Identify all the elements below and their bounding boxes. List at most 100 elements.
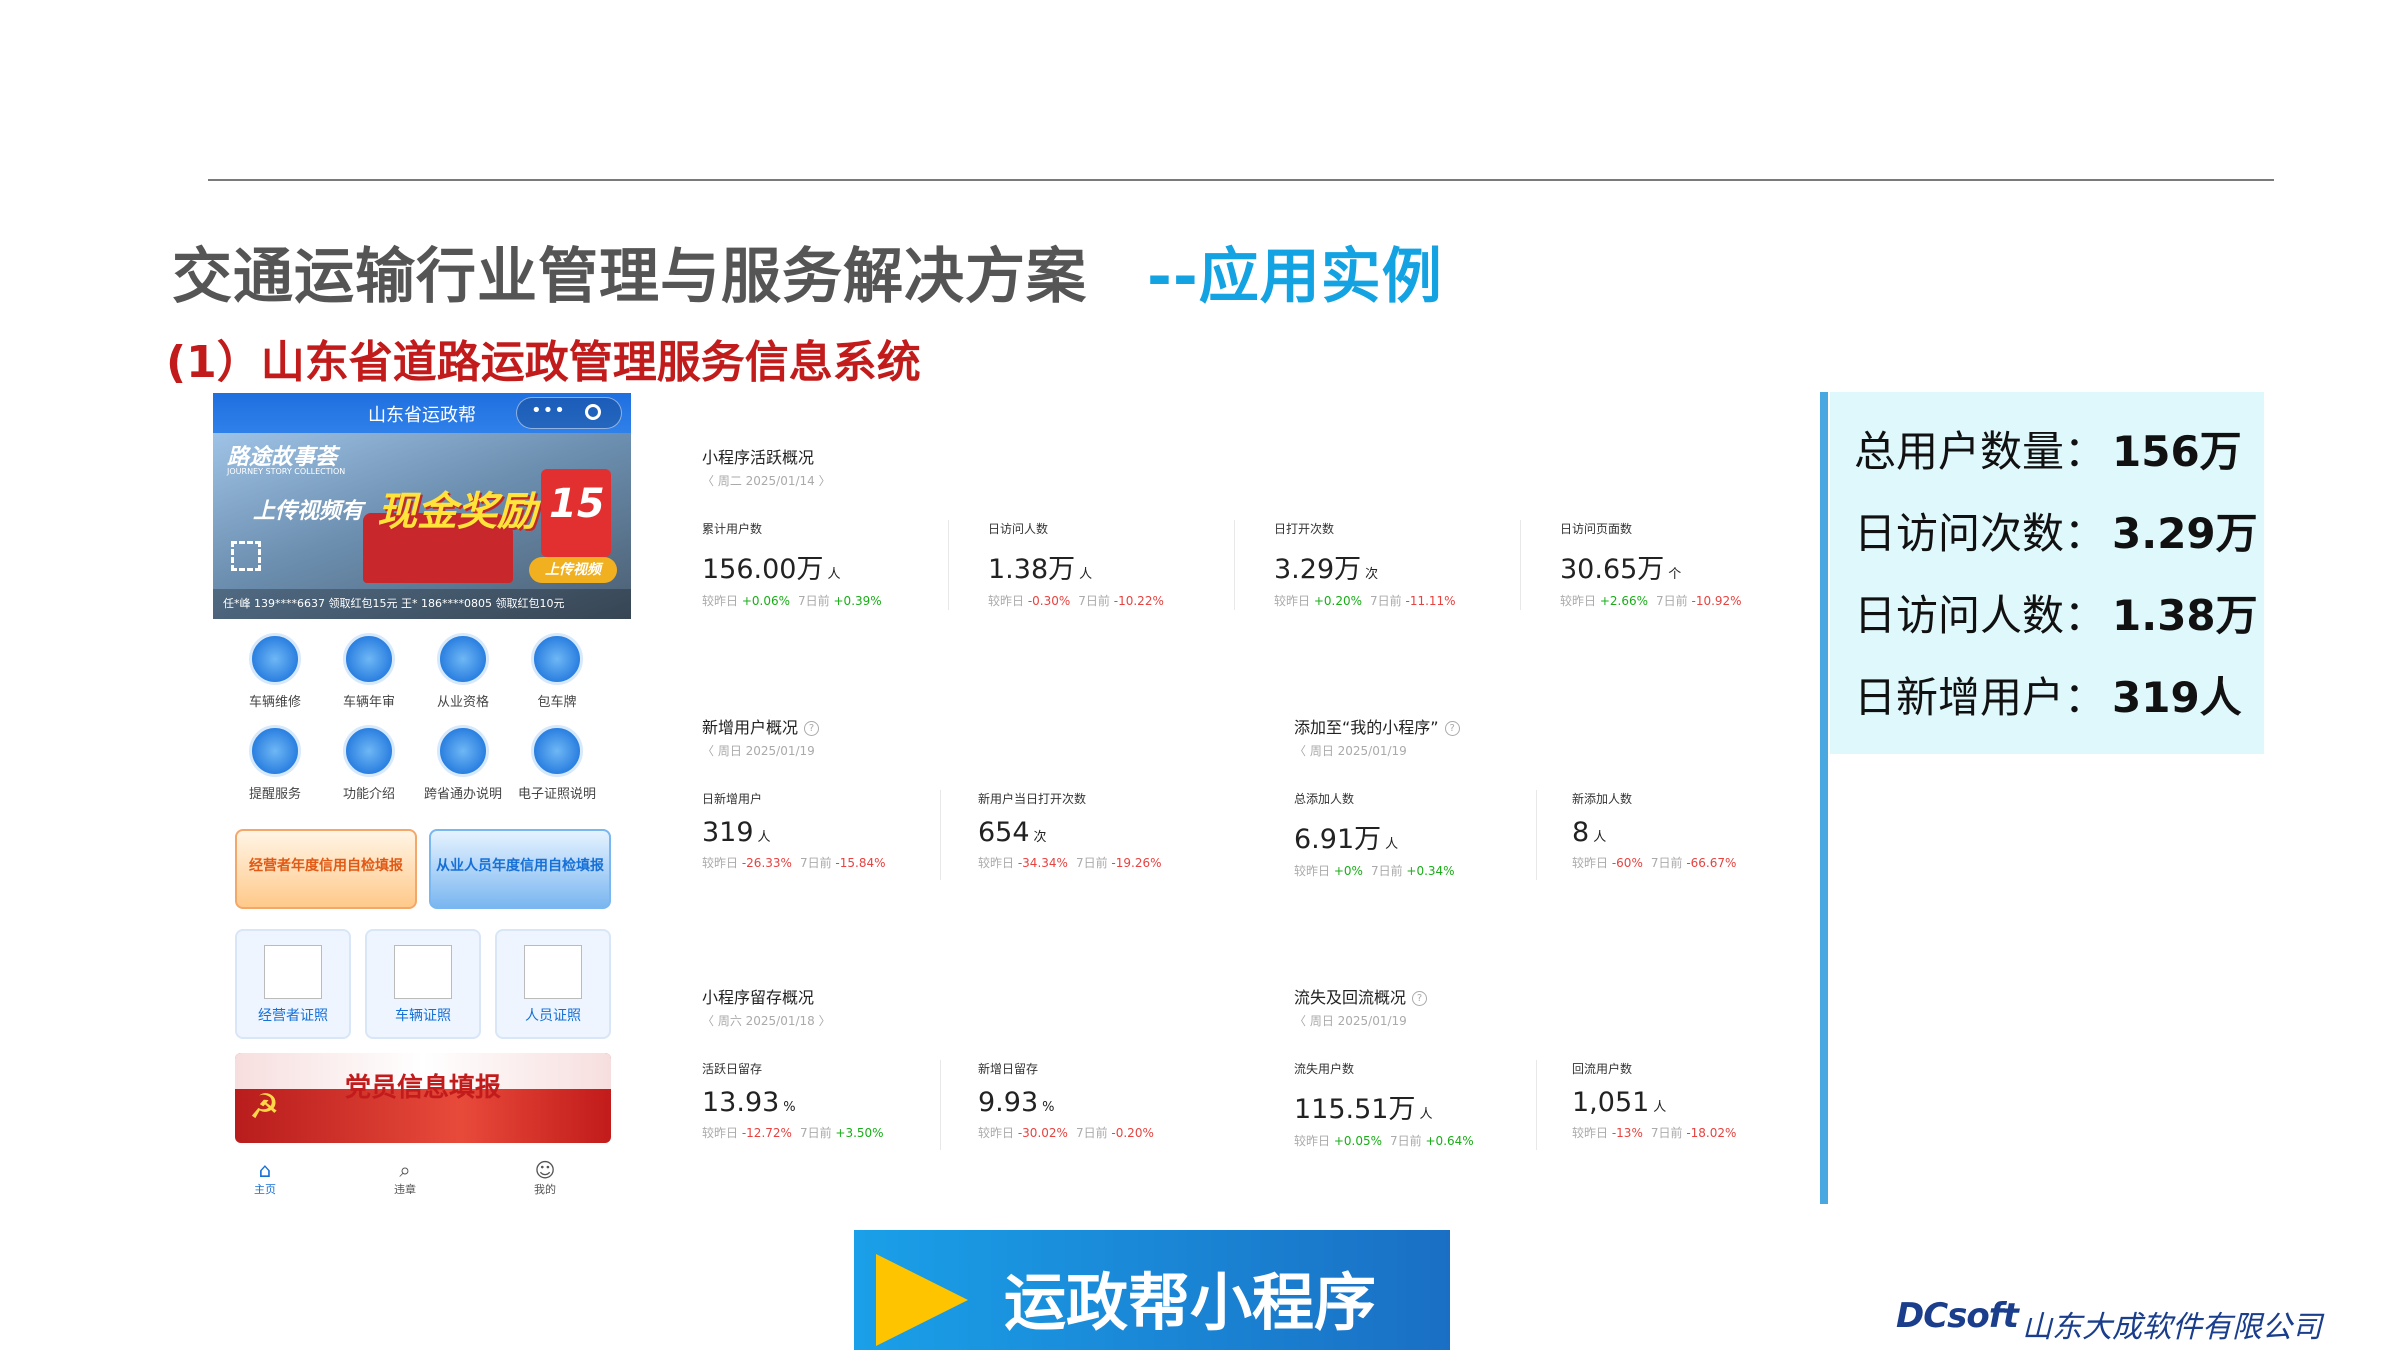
metric-value: 8人 [1572, 817, 1842, 848]
metric-unit: 人 [1385, 837, 1399, 852]
more-icon[interactable]: ••• [531, 400, 566, 421]
mini-program-cta-button[interactable]: 运政帮小程序 [854, 1230, 1450, 1350]
metric-divider [940, 790, 941, 880]
metric-value: 654 次 [978, 817, 1248, 848]
help-icon[interactable]: ? [804, 721, 820, 736]
banner-upload-text: 上传视频有 [253, 499, 364, 524]
stat-total-users: 总用户数量： 156万 [1854, 418, 2242, 479]
grid-item-e-license[interactable]: 电子证照说明 [507, 725, 607, 802]
compare-day-label: 较昨日 [978, 1126, 1015, 1140]
metric-number: 115.51万 [1294, 1094, 1416, 1125]
vehicle-license-card[interactable]: 车辆证照 [365, 929, 481, 1039]
compare-week-label: 7日前 [1075, 1126, 1108, 1140]
tab-home[interactable]: ⌂ 主页 [225, 1159, 305, 1197]
grid-item-label: 提醒服务 [248, 787, 301, 802]
added-overview-date[interactable]: 〈 周日 2025/01/19 [1294, 742, 1407, 759]
compare-week-value: +0.34% [1406, 864, 1455, 878]
compare-day-value: -30.02% [1017, 1126, 1068, 1140]
compare-day-label: 较昨日 [1572, 1126, 1609, 1140]
compare-day-label: 较昨日 [702, 1126, 739, 1140]
metric-value: 6.91万人 [1294, 817, 1564, 856]
slide-title-accent: --应用实例 [1147, 242, 1443, 312]
compare-week-value: -19.26% [1111, 856, 1162, 870]
tab-violations[interactable]: ⌕ 违章 [365, 1159, 445, 1197]
search-icon: ⌕ [399, 1158, 411, 1182]
banner-title-en: JOURNEY STORY COLLECTION [227, 467, 346, 476]
home-icon: ⌂ [258, 1158, 272, 1182]
churn-overview-date[interactable]: 〈 周日 2025/01/19 [1294, 1012, 1407, 1029]
metric-card: 新增日留存 9.93% 较昨日 -30.02% 7日前 -0.20% [978, 1060, 1248, 1141]
metric-label: 新用户当日打开次数 [978, 792, 1087, 806]
metric-number: 654 [978, 817, 1030, 848]
upload-video-button[interactable]: 上传视频 [529, 557, 617, 583]
compare-day-value: -13% [1611, 1126, 1643, 1140]
metric-unit: 人 [1419, 1107, 1433, 1122]
tab-bar: ⌂ 主页 ⌕ 违章 ☺ 我的 [213, 1157, 631, 1205]
user-icon: ☺ [534, 1158, 556, 1182]
monitor-icon [343, 725, 395, 777]
clock-icon [249, 725, 301, 777]
stat-value: 156万 [2112, 427, 2242, 476]
grid-item-vehicle-repair[interactable]: 车辆维修 [225, 633, 325, 710]
metric-label: 日访问页面数 [1560, 522, 1633, 536]
tab-mine[interactable]: ☺ 我的 [505, 1159, 585, 1197]
certificate-icon [394, 945, 452, 999]
pen-icon [343, 633, 395, 685]
compare-week-label: 7日前 [799, 856, 832, 870]
metric-unit: 人 [827, 567, 841, 582]
metric-card: 日访问人数 1.38万人 较昨日 -0.30% 7日前 -10.22% [988, 520, 1258, 609]
stat-label: 日访问人数： [1854, 591, 2107, 640]
metric-unit: 次 [1365, 567, 1379, 582]
compare-day-value: +0% [1333, 864, 1363, 878]
cta-label: 运政帮小程序 [1004, 1266, 1377, 1339]
metric-compare: 较昨日 -26.33% 7日前 -15.84% [702, 854, 972, 871]
slide-subtitle: (1）山东省道路运政管理服务信息系统 [166, 337, 921, 388]
scan-icon[interactable] [231, 541, 261, 571]
compare-week-value: +0.64% [1425, 1134, 1474, 1148]
metric-label: 新增日留存 [978, 1062, 1039, 1076]
retention-overview-date[interactable]: 〈 周六 2025/01/18 〉 [702, 1012, 831, 1029]
compare-day-label: 较昨日 [978, 856, 1015, 870]
compare-week-value: -0.20% [1111, 1126, 1154, 1140]
tab-label: 违章 [394, 1183, 416, 1196]
metric-compare: 较昨日 +0.20% 7日前 -11.11% [1274, 592, 1544, 609]
metric-compare: 较昨日 +2.66% 7日前 -10.92% [1560, 592, 1830, 609]
mini-program-capsule[interactable]: ••• [516, 397, 622, 429]
grid-item-label: 跨省通办说明 [423, 787, 502, 802]
metric-compare: 较昨日 -30.02% 7日前 -0.20% [978, 1124, 1248, 1141]
close-icon[interactable] [585, 404, 601, 420]
grid-item-charter-plate[interactable]: 包车牌 [507, 633, 607, 710]
grid-item-label: 车辆维修 [248, 695, 301, 710]
staff-credit-check-card[interactable]: 从业人员年度信用自检填报 [429, 829, 611, 909]
cert-label: 人员证照 [525, 1008, 581, 1024]
operator-license-card[interactable]: 经营者证照 [235, 929, 351, 1039]
cert-label: 车辆证照 [395, 1008, 451, 1024]
compare-week-value: -18.02% [1686, 1126, 1737, 1140]
compare-day-value: +0.20% [1313, 594, 1363, 608]
stat-label: 总用户数量： [1854, 427, 2107, 476]
help-icon[interactable]: ? [1412, 991, 1428, 1006]
grid-item-introduction[interactable]: 功能介绍 [319, 725, 419, 802]
stat-value: 1.38万 [2112, 591, 2258, 640]
help-icon[interactable]: ? [1444, 721, 1460, 736]
grid-item-reminder[interactable]: 提醒服务 [225, 725, 325, 802]
compare-day-value: +2.66% [1599, 594, 1649, 608]
compare-week-value: +0.39% [833, 594, 882, 608]
personnel-license-card[interactable]: 人员证照 [495, 929, 611, 1039]
new-user-overview-date[interactable]: 〈 周日 2025/01/19 [702, 742, 815, 759]
active-overview-date[interactable]: 〈 周二 2025/01/14 〉 [702, 472, 831, 489]
metric-divider [1536, 790, 1537, 880]
metric-compare: 较昨日 +0.06% 7日前 +0.39% [702, 592, 972, 609]
red-packet-amount: 15 [549, 481, 605, 527]
compare-day-value: -60% [1611, 856, 1643, 870]
compare-week-label: 7日前 [1390, 1134, 1422, 1148]
compare-day-value: +0.06% [741, 594, 791, 608]
compare-day-label: 较昨日 [1294, 864, 1331, 878]
grid-item-cross-province[interactable]: 跨省通办说明 [413, 725, 513, 802]
operator-credit-check-card[interactable]: 经营者年度信用自检填报 [235, 829, 417, 909]
grid-item-annual-review[interactable]: 车辆年审 [319, 633, 419, 710]
stat-daily-visits: 日访问次数： 3.29万 [1854, 500, 2258, 561]
grid-item-qualification[interactable]: 从业资格 [413, 633, 513, 710]
compare-week-label: 7日前 [1370, 594, 1402, 608]
metric-compare: 较昨日 -13% 7日前 -18.02% [1572, 1124, 1842, 1141]
